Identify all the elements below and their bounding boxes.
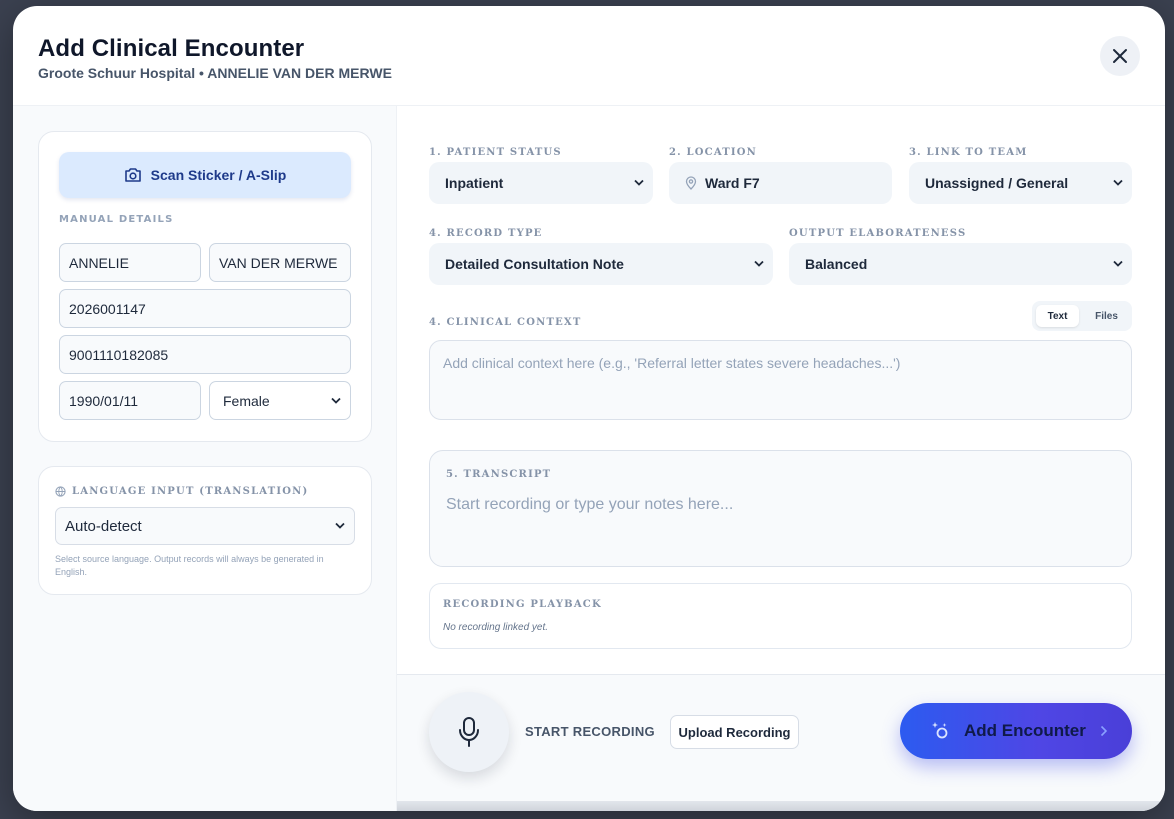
record-type-value: Detailed Consultation Note (445, 256, 624, 272)
map-pin-icon (685, 176, 697, 190)
team-select[interactable]: Unassigned / General (909, 162, 1132, 204)
chevron-down-icon (1113, 179, 1123, 186)
tab-files[interactable]: Files (1085, 305, 1128, 327)
patient-details-panel: Scan Sticker / A-Slip MANUAL DETAILS ANN… (13, 106, 397, 811)
chevron-down-icon (634, 179, 644, 186)
transcript-box[interactable]: 5. TRANSCRIPT Start recording or type yo… (429, 450, 1132, 567)
scan-sticker-button[interactable]: Scan Sticker / A-Slip (59, 152, 351, 198)
language-value: Auto-detect (65, 517, 142, 535)
page-subtitle: Groote Schuur Hospital • ANNELIE VAN DER… (38, 65, 392, 81)
elaborateness-label: OUTPUT ELABORATENESS (789, 228, 967, 239)
patient-status-label: 1. PATIENT STATUS (429, 147, 562, 158)
chevron-right-icon (1100, 725, 1107, 737)
footer-edge (397, 801, 1165, 811)
clinical-context-placeholder: Add clinical context here (e.g., 'Referr… (443, 355, 901, 371)
patient-status-select[interactable]: Inpatient (429, 162, 653, 204)
patient-status-value: Inpatient (445, 175, 504, 191)
record-button[interactable] (429, 692, 509, 772)
sex-value: Female (223, 392, 270, 409)
hospital-name: Groote Schuur Hospital (38, 65, 196, 81)
last-name-value: VAN DER MERWE (219, 254, 338, 271)
language-note: Select source language. Output records w… (55, 554, 324, 577)
start-recording-label: START RECORDING (525, 724, 655, 739)
chevron-down-icon (335, 522, 345, 529)
tab-text[interactable]: Text (1036, 305, 1079, 327)
sex-select[interactable]: Female (209, 381, 351, 420)
location-field[interactable]: Ward F7 (669, 162, 892, 204)
chevron-down-icon (1113, 260, 1123, 267)
close-button[interactable] (1100, 36, 1140, 76)
encounter-form: 1. PATIENT STATUS Inpatient 2. LOCATION … (397, 106, 1165, 674)
clinical-context-label: 4. CLINICAL CONTEXT (429, 317, 582, 328)
chevron-down-icon (754, 260, 764, 267)
transcript-placeholder: Start recording or type your notes here.… (446, 496, 734, 513)
sparkles-icon (932, 722, 948, 739)
modal-header: Add Clinical Encounter Groote Schuur Hos… (13, 6, 1165, 106)
language-select[interactable]: Auto-detect (55, 507, 355, 545)
transcript-label: 5. TRANSCRIPT (446, 469, 552, 480)
location-value: Ward F7 (705, 175, 760, 191)
elaborateness-select[interactable]: Balanced (789, 243, 1132, 285)
upload-recording-button[interactable]: Upload Recording (670, 715, 799, 749)
location-label: 2. LOCATION (669, 147, 758, 158)
subtitle-separator: • (199, 65, 204, 81)
id-number-field[interactable]: 9001110182085 (59, 335, 351, 374)
folder-number-value: 2026001147 (69, 300, 146, 317)
manual-details-label: MANUAL DETAILS (59, 214, 174, 225)
playback-label: RECORDING PLAYBACK (443, 599, 602, 610)
scan-sticker-label: Scan Sticker / A-Slip (150, 167, 287, 183)
first-name-field[interactable]: ANNELIE (59, 243, 201, 282)
clinical-context-input[interactable]: Add clinical context here (e.g., 'Referr… (429, 340, 1132, 420)
patient-name: ANNELIE VAN DER MERWE (207, 65, 392, 81)
patient-card: Scan Sticker / A-Slip MANUAL DETAILS ANN… (38, 131, 372, 442)
record-type-label: 4. RECORD TYPE (429, 228, 543, 239)
elaborateness-value: Balanced (805, 256, 868, 272)
language-label: LANGUAGE INPUT (TRANSLATION) (72, 486, 309, 497)
globe-icon (55, 486, 66, 497)
add-encounter-modal: Add Clinical Encounter Groote Schuur Hos… (13, 6, 1165, 811)
record-type-select[interactable]: Detailed Consultation Note (429, 243, 773, 285)
microphone-icon (459, 717, 479, 747)
dob-value: 1990/01/11 (69, 392, 139, 409)
add-encounter-label: Add Encounter (964, 721, 1086, 740)
team-value: Unassigned / General (925, 175, 1069, 191)
language-card: LANGUAGE INPUT (TRANSLATION) Auto-detect… (38, 466, 372, 595)
id-number-value: 9001110182085 (69, 346, 169, 363)
last-name-field[interactable]: VAN DER MERWE (209, 243, 351, 282)
close-icon (1113, 49, 1127, 63)
dob-field[interactable]: 1990/01/11 (59, 381, 201, 420)
first-name-value: ANNELIE (69, 254, 129, 271)
folder-number-field[interactable]: 2026001147 (59, 289, 351, 328)
recording-playback: RECORDING PLAYBACK No recording linked y… (429, 583, 1132, 649)
chevron-down-icon (331, 397, 341, 404)
playback-empty-text: No recording linked yet. (443, 622, 549, 633)
page-title: Add Clinical Encounter (38, 35, 305, 62)
camera-icon (124, 168, 141, 182)
context-mode-toggle: Text Files (1032, 301, 1132, 331)
team-label: 3. LINK TO TEAM (909, 147, 1028, 158)
modal-footer: START RECORDING Upload Recording Add Enc… (397, 674, 1165, 811)
add-encounter-button[interactable]: Add Encounter (900, 703, 1132, 759)
